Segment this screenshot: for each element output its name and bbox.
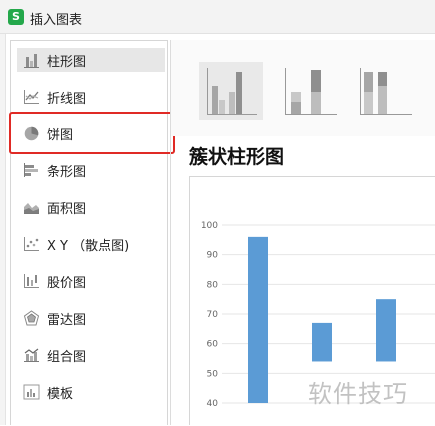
chart-bar [248,236,268,403]
clustered-column-icon [207,68,257,115]
subtype-percent-stacked-column[interactable] [358,62,422,120]
subtype-stacked-column[interactable] [279,62,343,120]
title-bar: S 插入图表 [0,0,435,34]
sidebar-item-label: 组合图 [47,350,87,365]
column-chart-icon [24,54,39,68]
sidebar-item-column[interactable]: 柱形图 [17,48,165,72]
sidebar-item-label: 折线图 [47,92,87,107]
stacked-column-icon [285,68,337,115]
y-tick-label: 60 [207,340,219,350]
y-tick-label: 90 [207,251,219,261]
sidebar-item-scatter[interactable]: X Y （散点图) [17,232,165,256]
app-icon: S [8,9,24,25]
line-chart-icon [24,90,39,104]
percent-stacked-column-icon [360,68,412,115]
sidebar-item-label: 股价图 [47,276,87,291]
chart-subtype-title: 簇状柱形图 [189,146,285,168]
y-tick-label: 40 [207,399,219,409]
window-edge [0,34,6,425]
sidebar-item-pie[interactable]: 饼图 [17,121,165,145]
sidebar-item-radar[interactable]: 雷达图 [17,306,165,330]
area-chart-icon [24,203,39,214]
sidebar-item-label: X Y （散点图) [47,239,130,254]
subtype-clustered-column[interactable] [199,62,263,120]
y-tick-label: 100 [201,221,218,231]
sidebar-item-template[interactable]: 模板 [17,380,165,404]
window-title: 插入图表 [30,13,83,28]
pie-chart-icon [24,126,39,141]
chart-bar [312,322,332,362]
combo-chart-icon [24,348,39,362]
y-tick-label: 70 [207,310,219,320]
stock-chart-icon [24,274,39,288]
bar-chart-icon [24,163,38,177]
template-icon [23,384,40,400]
sidebar-item-label: 模板 [47,387,74,402]
sidebar-item-combo[interactable]: 组合图 [17,343,165,367]
radar-chart-icon [23,310,40,326]
chart-type-list: 柱形图 折线图 饼图 条形图 面积图 X Y （散点图) 股价图 雷达图 组合图… [10,40,168,425]
sidebar-item-line[interactable]: 折线图 [17,85,165,109]
scatter-chart-icon [24,237,39,251]
sidebar-item-label: 条形图 [47,165,87,180]
sidebar-item-label: 雷达图 [47,313,87,328]
sidebar-item-area[interactable]: 面积图 [17,195,165,219]
sidebar-item-stock[interactable]: 股价图 [17,269,165,293]
sidebar-item-label: 柱形图 [47,55,87,70]
sidebar-item-label: 饼图 [47,128,74,143]
chart-bar [376,299,396,362]
sidebar-item-label: 面积图 [47,202,87,217]
y-tick-label: 50 [207,369,219,379]
watermark: 软件技巧 [308,380,408,408]
sidebar-item-bar[interactable]: 条形图 [17,158,165,182]
y-tick-label: 80 [207,280,219,290]
